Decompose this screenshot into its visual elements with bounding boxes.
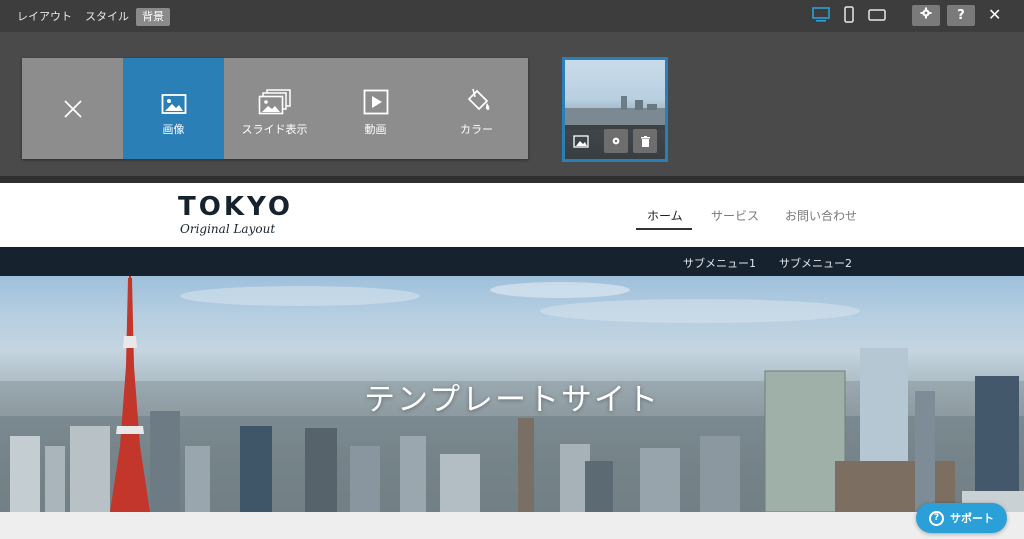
gear-icon [612,137,620,145]
panel-divider [0,176,1024,183]
question-circle-icon: ? [929,510,944,526]
editor-toolbar: レイアウト スタイル 背景 ? ✕ [0,0,1024,32]
option-video[interactable]: 動画 [325,58,426,159]
nav-services[interactable]: サービス [711,207,759,224]
desktop-icon[interactable] [812,6,830,27]
subnav-item-1[interactable]: サブメニュー1 [683,255,756,271]
close-menu-button[interactable] [22,58,123,159]
option-video-label: 動画 [364,122,387,136]
logo-subtitle: Original Layout [180,222,276,236]
option-color[interactable]: カラー [426,58,527,159]
tab-background[interactable]: 背景 [136,8,170,26]
video-icon [363,81,389,115]
hero-section: テンプレートサイト [0,276,1024,512]
thumbnail-image-button[interactable] [569,129,593,153]
help-button[interactable]: ? [947,5,975,26]
mobile-icon[interactable] [843,6,855,27]
sub-navigation: サブメニュー1 サブメニュー2 [0,247,1024,276]
option-image[interactable]: 画像 [123,58,224,159]
image-icon [573,134,589,148]
support-button-label: サポート [950,512,994,525]
support-button[interactable]: ? サポート [916,503,1007,533]
thumbnail-delete-button[interactable] [633,129,657,153]
close-icon [63,99,82,118]
thumbnail-settings-button[interactable] [604,129,628,153]
option-slides-label: スライド表示 [241,122,308,136]
background-editor-panel: 画像 スライド表示 動画 カラー [0,32,1024,176]
background-type-menu: 画像 スライド表示 動画 カラー [22,58,528,159]
image-icon [161,81,187,115]
option-slides[interactable]: スライド表示 [224,58,325,159]
content-area [0,512,1024,539]
hero-title: テンプレートサイト [363,382,661,418]
tab-style[interactable]: スタイル [79,8,135,26]
site-logo[interactable]: TOKYO Original Layout [178,193,293,236]
tab-layout[interactable]: レイアウト [11,8,78,26]
settings-button[interactable] [912,5,940,26]
option-color-label: カラー [460,122,493,136]
site-header: TOKYO Original Layout ホーム サービス お問い合わせ [0,183,1024,247]
subnav-item-2[interactable]: サブメニュー2 [779,255,852,271]
logo-title: TOKYO [178,192,293,222]
slides-icon [258,81,292,115]
gear-icon [920,7,932,19]
paint-bucket-icon [463,81,491,115]
close-editor-button[interactable]: ✕ [988,6,1001,24]
tablet-icon[interactable] [868,6,886,27]
nav-home[interactable]: ホーム [647,207,683,224]
trash-icon [640,135,650,147]
option-image-label: 画像 [162,122,185,136]
background-thumbnail[interactable] [562,57,668,162]
nav-contact[interactable]: お問い合わせ [785,207,857,224]
nav-active-indicator [636,228,692,230]
